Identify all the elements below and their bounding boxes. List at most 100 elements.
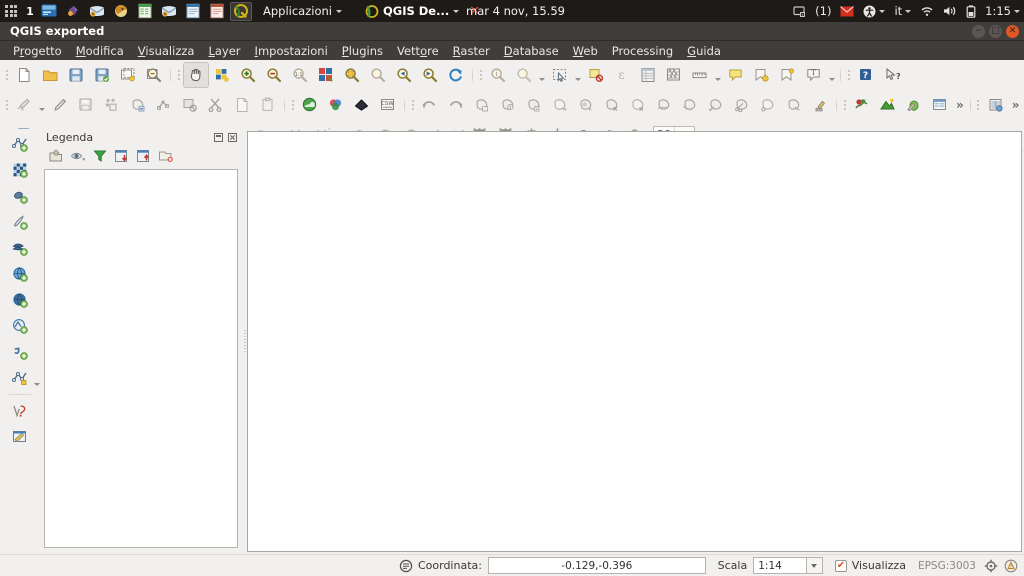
measure-dropdown-caret[interactable] [537, 62, 547, 88]
toolbar-grip[interactable] [174, 64, 183, 86]
toolbar-grip[interactable] [974, 94, 983, 116]
zoom-last-icon[interactable] [391, 62, 417, 88]
csw-catalog-icon[interactable]: CSW [375, 92, 401, 118]
add-part-icon[interactable]: w [547, 92, 573, 118]
new-layer-caret[interactable] [34, 383, 40, 386]
rotate-point-symbols-icon[interactable] [807, 92, 833, 118]
current-edits-icon[interactable] [11, 92, 37, 118]
battery-time[interactable]: 1:15 [985, 4, 1020, 18]
legend-layer-tree[interactable] [44, 169, 238, 548]
table-manager-icon[interactable] [927, 92, 953, 118]
deselect-features-icon[interactable] [583, 62, 609, 88]
libreoffice-writer-icon[interactable] [182, 2, 204, 21]
field-calculator-icon[interactable]: ɛ [609, 62, 635, 88]
plugin-manager-icon[interactable] [983, 92, 1009, 118]
menu-impostazioni[interactable]: Impostazioni [248, 43, 335, 59]
terrain-analysis-icon[interactable] [875, 92, 901, 118]
crs-label[interactable]: EPSG:3003 [918, 560, 976, 572]
minimize-button[interactable]: − [972, 25, 985, 38]
collapse-all-icon[interactable] [134, 146, 154, 166]
menu-layer[interactable]: Layer [201, 43, 247, 59]
toolbar-grip[interactable] [476, 64, 485, 86]
reshape-features-icon[interactable] [651, 92, 677, 118]
add-mesh-layer-icon[interactable] [6, 183, 34, 209]
measure-caret[interactable] [713, 62, 723, 88]
keyboard-layout-indicator[interactable]: it [894, 4, 912, 18]
volume-icon[interactable] [943, 5, 957, 17]
new-bookmark-icon[interactable] [749, 62, 775, 88]
undo-icon[interactable] [417, 92, 443, 118]
offset-curve-icon[interactable] [677, 92, 703, 118]
add-raster-layer-icon[interactable] [6, 157, 34, 183]
layout-manager-icon[interactable] [141, 62, 167, 88]
qgis-app-icon[interactable] [230, 1, 252, 21]
save-project-icon[interactable] [63, 62, 89, 88]
help-contents-icon[interactable]: ? [853, 62, 879, 88]
measure-icon[interactable] [687, 62, 713, 88]
active-window-indicator[interactable]: QGIS De... ✕ [364, 4, 480, 19]
delete-part-icon[interactable] [625, 92, 651, 118]
select-features-icon[interactable] [547, 62, 573, 88]
battery-icon[interactable] [966, 4, 976, 18]
add-vector-layer-icon[interactable] [6, 131, 34, 157]
libreoffice-calc-icon[interactable] [134, 2, 156, 21]
rotate-feature-icon[interactable] [469, 92, 495, 118]
menu-database[interactable]: Database [497, 43, 566, 59]
cut-features-icon[interactable] [203, 92, 229, 118]
save-project-as-icon[interactable] [89, 62, 115, 88]
split-features-icon[interactable] [703, 92, 729, 118]
identify-features-icon[interactable]: i [485, 62, 511, 88]
remove-layer-icon[interactable] [156, 146, 176, 166]
new-memory-layer-icon[interactable] [6, 398, 34, 424]
zoom-to-layer-icon[interactable] [365, 62, 391, 88]
pan-to-selection-icon[interactable] [209, 62, 235, 88]
expand-all-icon[interactable] [112, 146, 132, 166]
toolbar-grip[interactable] [2, 64, 11, 86]
open-attribute-table-icon[interactable] [635, 62, 661, 88]
statistical-summary-icon[interactable] [661, 62, 687, 88]
close-dock-icon[interactable] [227, 132, 238, 143]
amazon-app-icon[interactable] [62, 2, 84, 21]
overflow-chevron[interactable]: » [953, 98, 967, 112]
messages-icon[interactable] [398, 558, 413, 573]
fill-ring-icon[interactable]: k [573, 92, 599, 118]
save-layer-edits-icon[interactable] [73, 92, 99, 118]
files-app-icon[interactable] [38, 2, 60, 21]
delete-selected-icon[interactable] [177, 92, 203, 118]
pan-map-icon[interactable] [183, 62, 209, 88]
current-edits-caret[interactable] [37, 92, 47, 118]
redo-icon[interactable] [443, 92, 469, 118]
split-parts-icon[interactable] [729, 92, 755, 118]
edit-layer-icon[interactable] [6, 424, 34, 450]
scale-combo-value[interactable]: 1:14 [753, 557, 807, 574]
applications-menu[interactable]: Applicazioni [263, 4, 342, 18]
measure-line-icon[interactable] [511, 62, 537, 88]
new-project-icon[interactable] [11, 62, 37, 88]
zoom-native-icon[interactable]: 1:1 [287, 62, 313, 88]
node-tool-icon[interactable] [151, 92, 177, 118]
libreoffice-impress-icon[interactable] [206, 2, 228, 21]
warning-messages-icon[interactable] [1003, 558, 1018, 573]
new-shapefile-layer-icon[interactable] [6, 365, 40, 391]
refresh-icon[interactable] [443, 62, 469, 88]
copy-features-icon[interactable] [229, 92, 255, 118]
open-project-icon[interactable] [37, 62, 63, 88]
wifi-icon[interactable] [920, 5, 934, 17]
menu-progetto[interactable]: Progetto [6, 43, 69, 59]
accessibility-icon[interactable] [863, 5, 886, 18]
rgb-composite-icon[interactable] [323, 92, 349, 118]
add-delimited-text-layer-icon[interactable] [6, 209, 34, 235]
zoom-full-icon[interactable] [313, 62, 339, 88]
openstreetmap-icon[interactable] [297, 92, 323, 118]
toolbar-grip[interactable] [288, 94, 297, 116]
overflow-chevron-2[interactable]: » [1009, 98, 1023, 112]
map-canvas[interactable] [247, 131, 1022, 552]
notification-count[interactable]: (1) [815, 4, 831, 18]
float-dock-icon[interactable] [213, 132, 224, 143]
new-print-layout-icon[interactable] [115, 62, 141, 88]
zoom-to-selection-icon[interactable] [339, 62, 365, 88]
mail-indicator-icon[interactable] [840, 5, 855, 17]
window-titlebar[interactable]: QGIS exported − □ ✕ [0, 22, 1024, 41]
vector-tools-icon[interactable] [901, 92, 927, 118]
render-checkbox[interactable] [835, 559, 847, 572]
